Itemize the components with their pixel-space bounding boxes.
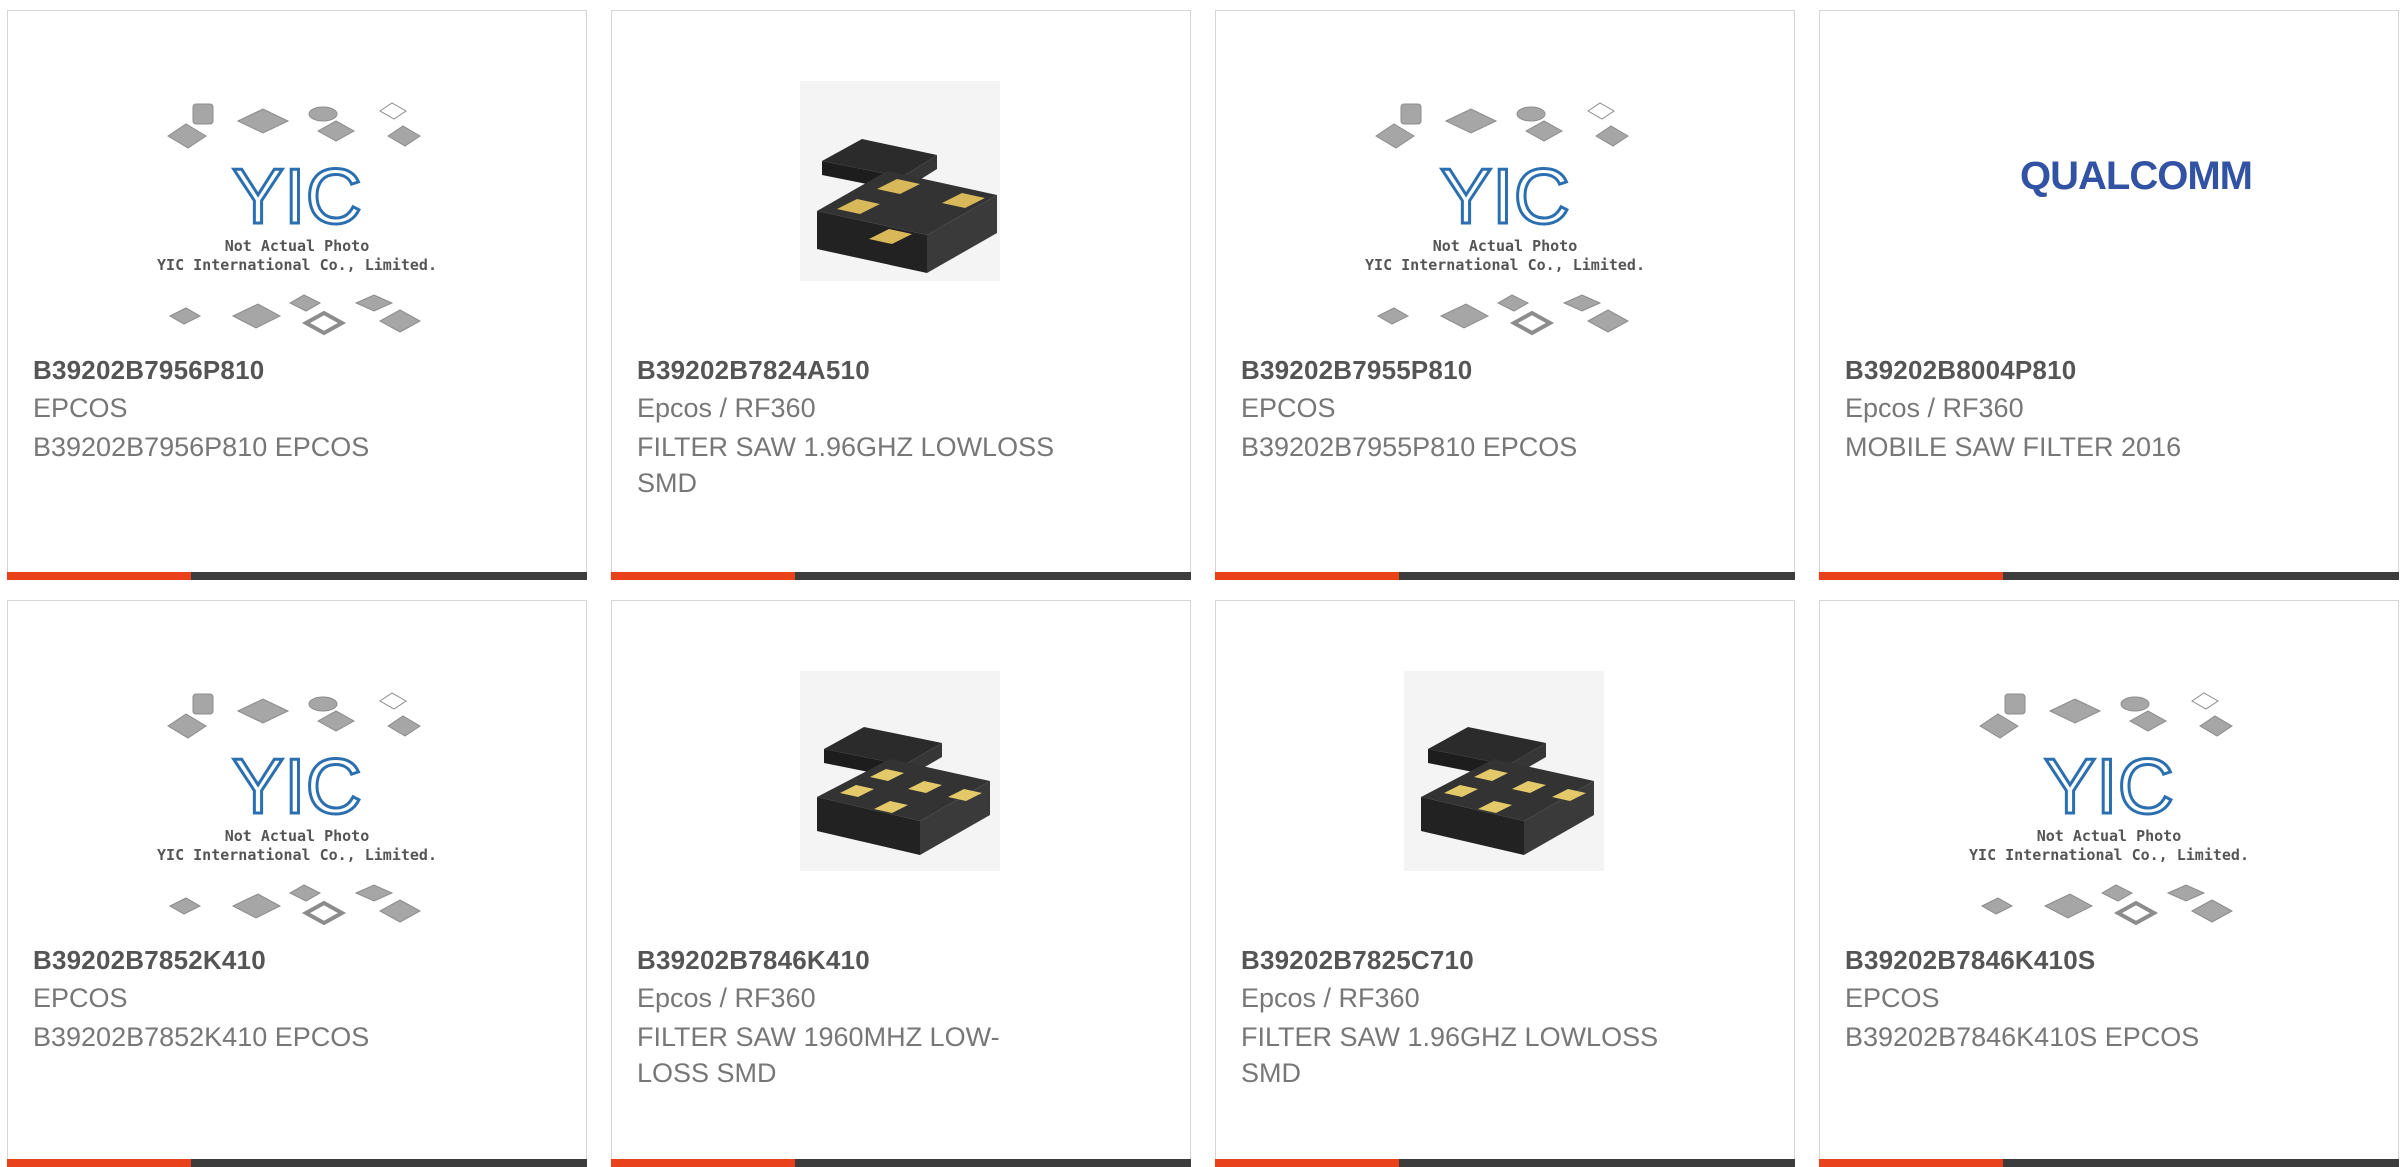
part-number[interactable]: B39202B7956P810 xyxy=(33,355,264,386)
part-number[interactable]: B39202B7852K410 xyxy=(33,945,266,976)
placeholder-line1: Not Actual Photo xyxy=(225,827,370,845)
card-accent xyxy=(1215,572,1399,580)
description: FILTER SAW 1960MHZ LOW-LOSS SMD xyxy=(637,1022,1000,1088)
card-accent xyxy=(611,1159,795,1167)
card-accent xyxy=(7,572,191,580)
product-grid: YIC Not Actual Photo YIC International C… xyxy=(0,0,2400,1167)
card-accent xyxy=(1819,1159,2003,1167)
card-bottom-bar xyxy=(1819,1159,2399,1167)
yic-logo: YIC xyxy=(232,152,362,240)
yic-logo: YIC xyxy=(1440,152,1570,240)
product-card[interactable]: B39202B7846K410 Epcos / RF360 FILTER SAW… xyxy=(611,600,1191,1167)
product-card[interactable]: YIC Not Actual Photo YIC International C… xyxy=(1819,600,2399,1167)
manufacturer: Epcos / RF360 xyxy=(637,393,816,423)
yic-logo: YIC xyxy=(232,742,362,830)
placeholder-line2: YIC International Co., Limited. xyxy=(157,256,437,274)
product-card[interactable]: YIC Not Actual Photo YIC International C… xyxy=(7,600,587,1167)
manufacturer: EPCOS xyxy=(33,983,128,1013)
description: FILTER SAW 1.96GHZ LOWLOSS SMD xyxy=(637,432,1055,498)
product-card[interactable]: QUALCOMM B39202B8004P810 Epcos / RF360 M… xyxy=(1819,10,2399,580)
manufacturer: Epcos / RF360 xyxy=(1845,393,2024,423)
manufacturer: Epcos / RF360 xyxy=(637,983,816,1013)
qualcomm-logo: QUALCOMM xyxy=(2020,154,2252,198)
part-number[interactable]: B39202B8004P810 xyxy=(1845,355,2076,386)
description: MOBILE SAW FILTER 2016 xyxy=(1845,432,2182,462)
placeholder-line2: YIC International Co., Limited. xyxy=(157,846,437,864)
placeholder-line2: YIC International Co., Limited. xyxy=(1365,256,1645,274)
placeholder-line1: Not Actual Photo xyxy=(225,237,370,255)
part-number[interactable]: B39202B7846K410S xyxy=(1845,945,2095,976)
manufacturer: EPCOS xyxy=(1845,983,1940,1013)
product-card[interactable]: YIC Not Actual Photo YIC International C… xyxy=(1215,10,1795,580)
placeholder-line2: YIC International Co., Limited. xyxy=(1969,846,2249,864)
placeholder-line1: Not Actual Photo xyxy=(1433,237,1578,255)
product-image[interactable] xyxy=(612,11,1190,351)
product-image[interactable]: YIC Not Actual Photo YIC International C… xyxy=(8,601,586,941)
card-bottom-bar xyxy=(7,1159,587,1167)
product-card[interactable]: B39202B7824A510 Epcos / RF360 FILTER SAW… xyxy=(611,10,1191,580)
saw-filter-4pad-icon xyxy=(800,81,1000,281)
card-bottom-bar xyxy=(1215,572,1795,580)
description: B39202B7846K410S EPCOS xyxy=(1845,1022,2200,1052)
card-bottom-bar xyxy=(1215,1159,1795,1167)
description: B39202B7955P810 EPCOS xyxy=(1241,432,1578,462)
placeholder-line1: Not Actual Photo xyxy=(2037,827,2182,845)
description: FILTER SAW 1.96GHZ LOWLOSS SMD xyxy=(1241,1022,1659,1088)
saw-filter-5pad-icon xyxy=(1404,671,1604,871)
card-bottom-bar xyxy=(611,572,1191,580)
card-accent xyxy=(7,1159,191,1167)
product-image[interactable] xyxy=(1216,601,1794,941)
manufacturer: EPCOS xyxy=(33,393,128,423)
product-card[interactable]: B39202B7825C710 Epcos / RF360 FILTER SAW… xyxy=(1215,600,1795,1167)
product-image[interactable]: YIC Not Actual Photo YIC International C… xyxy=(1820,601,2398,941)
card-accent xyxy=(611,572,795,580)
part-number[interactable]: B39202B7825C710 xyxy=(1241,945,1474,976)
part-number[interactable]: B39202B7955P810 xyxy=(1241,355,1472,386)
description: B39202B7956P810 EPCOS xyxy=(33,432,370,462)
yic-logo: YIC xyxy=(2044,742,2174,830)
product-image[interactable]: YIC Not Actual Photo YIC International C… xyxy=(1216,11,1794,351)
saw-filter-5pad-icon xyxy=(800,671,1000,871)
manufacturer: Epcos / RF360 xyxy=(1241,983,1420,1013)
card-bottom-bar xyxy=(7,572,587,580)
product-card[interactable]: YIC Not Actual Photo YIC International C… xyxy=(7,10,587,580)
description: B39202B7852K410 EPCOS xyxy=(33,1022,370,1052)
part-number[interactable]: B39202B7824A510 xyxy=(637,355,870,386)
card-bottom-bar xyxy=(1819,572,2399,580)
card-accent xyxy=(1819,572,2003,580)
part-number[interactable]: B39202B7846K410 xyxy=(637,945,870,976)
product-image[interactable]: QUALCOMM xyxy=(1820,11,2398,351)
manufacturer: EPCOS xyxy=(1241,393,1336,423)
card-accent xyxy=(1215,1159,1399,1167)
product-image[interactable] xyxy=(612,601,1190,941)
card-bottom-bar xyxy=(611,1159,1191,1167)
product-image[interactable]: YIC Not Actual Photo YIC International C… xyxy=(8,11,586,351)
